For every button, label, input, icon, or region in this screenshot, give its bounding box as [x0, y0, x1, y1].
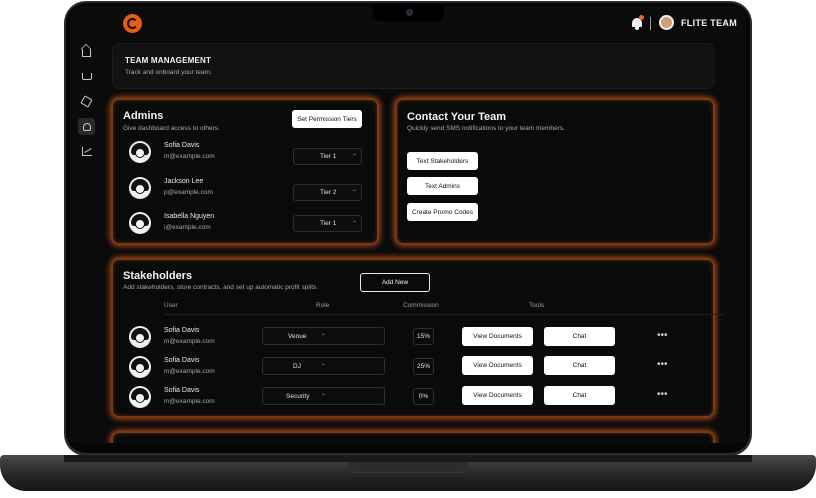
tier-select[interactable]: Tier 1 ⌃: [293, 215, 362, 232]
text-admins-button[interactable]: Text Admins: [407, 177, 478, 195]
admins-card: Admins Give dashboard access to others. …: [112, 99, 378, 244]
set-permission-tiers-button[interactable]: Set Permission Tiers: [292, 110, 362, 128]
view-documents-button[interactable]: View Documents: [462, 356, 533, 375]
chevron-updown-icon: ⌃: [321, 393, 327, 400]
admin-email: m@example.com: [164, 153, 215, 160]
stakeholder-name: Sofia Davis: [164, 387, 200, 394]
avatar: [129, 177, 151, 199]
tier-select-value: Tier 1: [320, 153, 337, 160]
commission-value[interactable]: 0%: [413, 388, 434, 405]
stakeholder-email: m@example.com: [164, 398, 215, 405]
laptop-thumb-cut: [347, 462, 469, 473]
admin-email: i@example.com: [164, 224, 211, 231]
chevron-updown-icon: ⌃: [352, 221, 358, 227]
avatar: [129, 356, 151, 378]
camera-icon: [406, 9, 413, 16]
contact-card: Contact Your Team Quickly send SMS notif…: [396, 99, 714, 244]
admins-subtitle: Give dashboard access to others.: [123, 125, 220, 132]
chat-button[interactable]: Chat: [544, 327, 615, 346]
avatar: [129, 326, 151, 348]
brand-logo-icon[interactable]: [123, 14, 142, 33]
role-select[interactable]: Venue ⌃: [262, 327, 385, 345]
role-select-value: Venue: [288, 332, 307, 340]
tier-select[interactable]: Tier 2 ⌃: [293, 184, 362, 201]
chart-icon[interactable]: [80, 145, 93, 158]
table-divider: [164, 314, 724, 315]
contact-title: Contact Your Team: [407, 111, 507, 123]
home-icon[interactable]: [80, 45, 93, 58]
stakeholders-card: Stakeholders Add stakeholders, store con…: [112, 259, 724, 417]
stakeholder-email: m@example.com: [164, 338, 215, 345]
stakeholders-subtitle: Add stakeholders, store contracts, and s…: [123, 284, 319, 291]
chevron-updown-icon: ⌃: [352, 154, 358, 160]
stakeholder-name: Sofia Davis: [164, 327, 200, 334]
header-card: TEAM MANAGEMENT Track and onboard your t…: [112, 43, 714, 89]
notification-dot: [639, 15, 644, 20]
tier-select-value: Tier 1: [320, 220, 337, 227]
admin-name: Isabella Nguyen: [164, 213, 215, 220]
admin-name: Sofia Davis: [164, 142, 200, 149]
chevron-updown-icon: ⌃: [321, 333, 327, 340]
cart-icon[interactable]: [80, 70, 93, 83]
chat-button[interactable]: Chat: [544, 386, 615, 405]
role-select[interactable]: Security ⌃: [262, 387, 385, 405]
column-header-tools: Tools: [529, 302, 545, 309]
role-select-value: DJ: [293, 362, 301, 370]
page-title: TEAM MANAGEMENT: [125, 56, 212, 65]
commission-value[interactable]: 15%: [413, 328, 434, 345]
admin-email: p@example.com: [164, 189, 213, 196]
next-section-card: [112, 432, 714, 443]
create-promo-codes-button[interactable]: Create Promo Codes: [407, 203, 478, 221]
cube-icon[interactable]: [80, 95, 93, 108]
view-documents-button[interactable]: View Documents: [462, 386, 533, 405]
topbar-divider: [650, 17, 651, 30]
users-icon[interactable]: [78, 118, 95, 135]
commission-value[interactable]: 25%: [413, 358, 434, 375]
column-header-user: User: [164, 302, 178, 309]
column-header-commission: Commission: [403, 302, 439, 309]
more-options-icon[interactable]: •••: [657, 390, 668, 400]
text-stakeholders-button[interactable]: Text Stakeholders: [407, 152, 478, 170]
stakeholder-name: Sofia Davis: [164, 357, 200, 364]
brand-name: FLITE TEAM: [681, 18, 737, 28]
more-options-icon[interactable]: •••: [657, 331, 668, 341]
tier-select-value: Tier 2: [320, 189, 337, 196]
role-select-value: Security: [286, 392, 310, 400]
admins-title: Admins: [123, 110, 164, 122]
app-screen: FLITE TEAM TEAM MANAGEMENT Track and onb…: [70, 6, 746, 443]
admin-name: Jackson Lee: [164, 178, 204, 185]
add-new-button[interactable]: Add New: [360, 273, 430, 292]
avatar: [129, 212, 151, 234]
page-subtitle: Track and onboard your team.: [125, 69, 212, 76]
chevron-updown-icon: ⌃: [321, 363, 327, 370]
avatar[interactable]: [659, 15, 674, 30]
laptop-hinge: [64, 455, 752, 462]
avatar: [129, 386, 151, 408]
stakeholder-email: m@example.com: [164, 368, 215, 375]
chevron-updown-icon: ⌃: [352, 190, 358, 196]
stakeholders-title: Stakeholders: [123, 270, 193, 282]
contact-subtitle: Quickly send SMS notifications to your t…: [407, 125, 565, 132]
column-header-role: Role: [316, 302, 330, 309]
chat-button[interactable]: Chat: [544, 356, 615, 375]
more-options-icon[interactable]: •••: [657, 360, 668, 370]
tier-select[interactable]: Tier 1 ⌃: [293, 148, 362, 165]
avatar: [129, 141, 151, 163]
view-documents-button[interactable]: View Documents: [462, 327, 533, 346]
bell-icon[interactable]: [631, 15, 644, 30]
role-select[interactable]: DJ ⌃: [262, 357, 385, 375]
